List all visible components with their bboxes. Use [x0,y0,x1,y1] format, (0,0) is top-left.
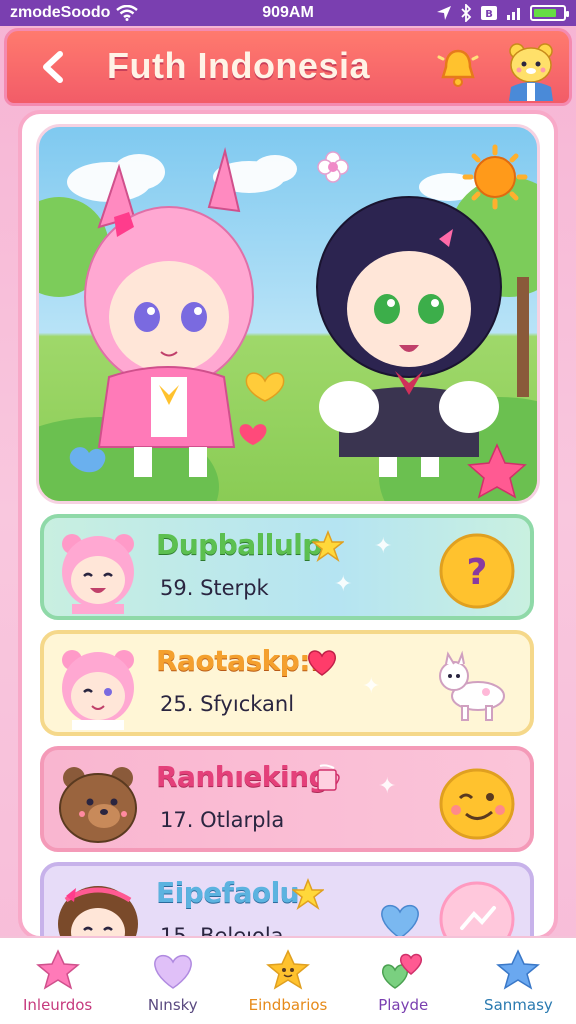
star-face-icon [266,949,310,990]
bottom-navigation: Inleurdos Nınsky Eindbarios Playde Sanma… [0,936,576,1024]
smiley-icon [439,768,515,840]
bluetooth-icon [461,4,472,22]
card-avatar [59,767,137,843]
card-subtitle: 59. Sterpk [160,576,269,600]
card-title: Raotaskp:. [156,644,321,677]
hero-banner [36,124,540,504]
app-screen: zmodeSoodo 909AM B Futh Indonesia Dupbal… [0,0,576,1024]
card-title: Ranhıeking [156,760,329,793]
sparkle-icon: ✦ [334,572,353,597]
app-header: Futh Indonesia [4,28,572,106]
list-card[interactable]: Dupballulp 59. Sterpk ✦ ✦ ? [40,514,534,620]
back-button[interactable] [23,37,83,97]
nav-label: Nınsky [147,996,198,1014]
sparkle-icon: ✦ [362,674,381,699]
card-avatar [62,534,134,614]
nav-label: Playde [378,996,429,1014]
star-icon [312,530,344,562]
nav-item-sanmasy[interactable]: Sanmasy [461,938,576,1024]
page-title: Futh Indonesia [107,45,370,86]
nav-label: Inleurdos [22,996,93,1014]
svg-text:?: ? [467,552,488,593]
list-card[interactable]: Raotaskp:. 25. Sfyıckanl ✦ [40,630,534,736]
card-title: Dupballulp [156,528,322,561]
location-icon [437,6,451,20]
svg-text:B: B [485,9,493,20]
bear-avatar-icon [509,43,553,101]
star-icon [35,949,80,990]
sparkle-icon: ✦ [374,534,393,559]
hearts-icon [382,953,423,989]
wifi-icon [116,5,139,21]
card-subtitle: 25. Sfyıckanl [160,692,295,716]
card-avatar [62,650,134,730]
nav-item-eindbarios[interactable]: Eindbarios [230,938,345,1024]
sparkle-icon: ✦ [378,774,397,799]
carrier-group: zmodeSoodo [10,4,139,22]
bell-icon [437,49,479,87]
list-card[interactable]: Ranhıeking 17. Otlarpla ✦ [40,746,534,852]
carrier-label: zmodeSoodo [10,4,111,21]
signal-icon [507,8,520,20]
nav-item-ninsky[interactable]: Nınsky [115,938,230,1024]
nav-item-inleurdos[interactable]: Inleurdos [0,938,115,1024]
nav-label: Sanmasy [484,996,553,1014]
card-subtitle: 17. Otlarpla [160,808,285,832]
chevron-left-icon [43,51,63,83]
heart-icon [154,954,192,989]
question-icon: ? [439,533,515,609]
status-bar: zmodeSoodo 909AM B [0,0,576,26]
card-title: Eipefaolu [156,876,300,909]
hero-illustration [39,144,537,501]
heart-icon [381,904,419,939]
nfc-icon: B [481,6,497,20]
star-icon [292,878,324,910]
star-icon [496,949,541,990]
profile-avatar-button[interactable] [499,37,565,103]
battery-icon [530,5,569,21]
status-icons: B [436,4,569,22]
notifications-button[interactable] [435,45,481,91]
cup-icon [317,764,340,791]
llama-icon [439,650,505,721]
heart-icon [308,650,336,676]
nav-item-playde[interactable]: Playde [346,938,461,1024]
nav-label: Eindbarios [248,996,328,1014]
